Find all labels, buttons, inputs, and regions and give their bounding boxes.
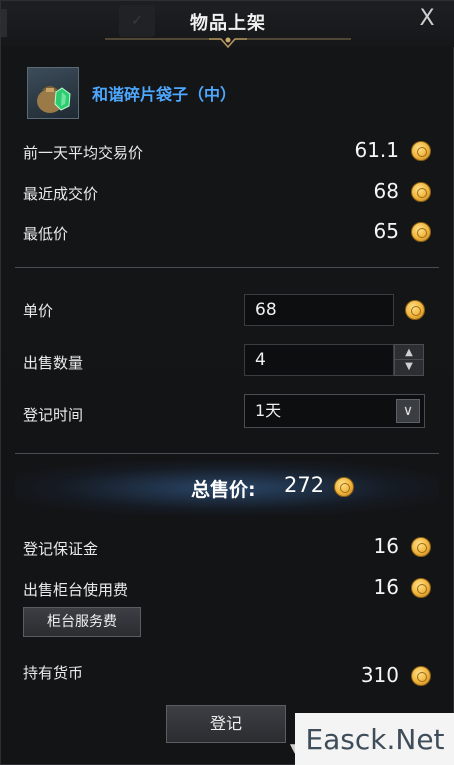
decrement-button[interactable]: ▼ [395,359,423,373]
coin-icon [411,222,431,242]
register-button[interactable]: 登记 [166,705,286,743]
duration-select[interactable]: 1天 ∨ [244,394,425,428]
pouch-with-green-crystal-icon [27,67,79,119]
recent-price-value: 68 [373,179,399,203]
close-button[interactable]: X [415,7,439,31]
recent-price-label: 最近成交价 [23,185,99,203]
total-label: 总售价: [191,479,256,501]
coin-icon [334,477,354,497]
deposit-value: 16 [373,534,399,558]
deposit-row: 登记保证金 16 [23,533,433,563]
avg-price-value: 61.1 [354,138,399,162]
divider [15,267,439,268]
counter-fee-label: 出售柜台使用费 [23,581,129,599]
coin-icon [405,300,425,320]
unit-price-label: 单价 [23,302,54,320]
title-ornament-icon [105,37,351,49]
title-bar: ✓ 物品上架 X [1,1,454,49]
quantity-label: 出售数量 [23,354,84,372]
watermark: Easck.Net [295,713,454,765]
total-value: 272 [284,473,325,497]
avg-price-row: 前一天平均交易价 61.1 [23,137,433,167]
held-currency-value: 310 [360,663,399,687]
coin-icon [411,666,431,686]
counter-fee-value: 16 [373,575,399,599]
service-fee-button[interactable]: 柜台服务费 [23,607,141,637]
coin-icon [411,537,431,557]
coin-icon [411,182,431,202]
held-currency-label: 持有货币 [23,664,84,682]
item-name: 和谐碎片袋子（中） [92,85,237,104]
divider [15,453,439,454]
unit-price-input[interactable]: 68 [244,294,394,326]
quantity-input[interactable]: 4 [244,344,394,376]
held-currency-row: 持有货币 310 [23,657,433,687]
lowest-price-label: 最低价 [23,225,69,243]
duration-value: 1天 [255,401,282,420]
deposit-label: 登记保证金 [23,540,99,558]
increment-button[interactable]: ▲ [395,345,423,359]
counter-fee-row: 出售柜台使用费 16 [23,574,433,604]
coin-icon [411,141,431,161]
lowest-price-value: 65 [373,219,399,243]
chevron-down-icon[interactable]: ∨ [396,399,420,423]
avg-price-label: 前一天平均交易价 [23,144,144,162]
lowest-price-row: 最低价 65 [23,218,433,248]
duration-label: 登记时间 [23,406,84,424]
listing-dialog: ✓ 物品上架 X 和谐碎片袋子（中） 前一天平均交易价 61.1 最近成交价 6… [0,0,454,765]
quantity-stepper: ▲ ▼ [394,344,424,376]
recent-price-row: 最近成交价 68 [23,178,433,208]
coin-icon [411,578,431,598]
dialog-title: 物品上架 [190,13,266,34]
